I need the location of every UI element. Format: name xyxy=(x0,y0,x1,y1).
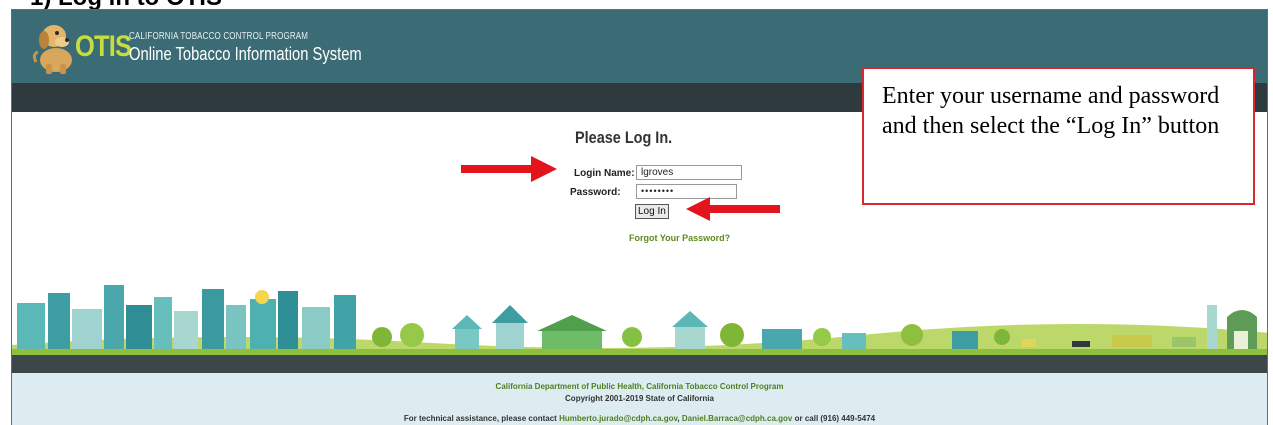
page-title: Please Log In. xyxy=(575,128,673,147)
footer: California Department of Public Health, … xyxy=(12,373,1267,425)
otis-screenshot: OTIS CALIFORNIA TOBACCO CONTROL PROGRAM … xyxy=(11,9,1268,425)
arrow-right-icon xyxy=(461,156,557,182)
footer-help-suffix: or call (916) 449-5474 xyxy=(792,414,876,423)
brand-logo-text: OTIS xyxy=(75,30,132,63)
dog-icon xyxy=(32,25,72,74)
footer-copyright: Copyright 2001-2019 State of California xyxy=(565,394,714,403)
program-name: CALIFORNIA TOBACCO CONTROL PROGRAM xyxy=(129,31,309,42)
log-in-button[interactable]: Log In xyxy=(635,204,669,219)
login-name-label: Login Name: xyxy=(574,168,635,179)
footer-divider xyxy=(12,355,1267,373)
contact-link-daniel[interactable]: Daniel.Barraca@cdph.ca.gov xyxy=(682,414,793,423)
instruction-callout: Enter your username and password and the… xyxy=(862,67,1255,205)
footer-help-prefix: For technical assistance, please contact xyxy=(403,414,560,423)
arrow-left-icon xyxy=(686,197,780,221)
forgot-password-link[interactable]: Forgot Your Password? xyxy=(629,233,730,243)
footer-help: For technical assistance, please contact… xyxy=(12,414,1267,423)
login-name-input[interactable]: lgroves xyxy=(636,165,742,180)
landscape-illustration xyxy=(12,285,1267,360)
password-label: Password: xyxy=(570,187,621,198)
contact-link-humberto[interactable]: Humberto.jurado@cdph.ca.gov xyxy=(559,414,677,423)
system-name: Online Tobacco Information System xyxy=(129,44,362,64)
footer-org: California Department of Public Health, … xyxy=(495,382,784,391)
